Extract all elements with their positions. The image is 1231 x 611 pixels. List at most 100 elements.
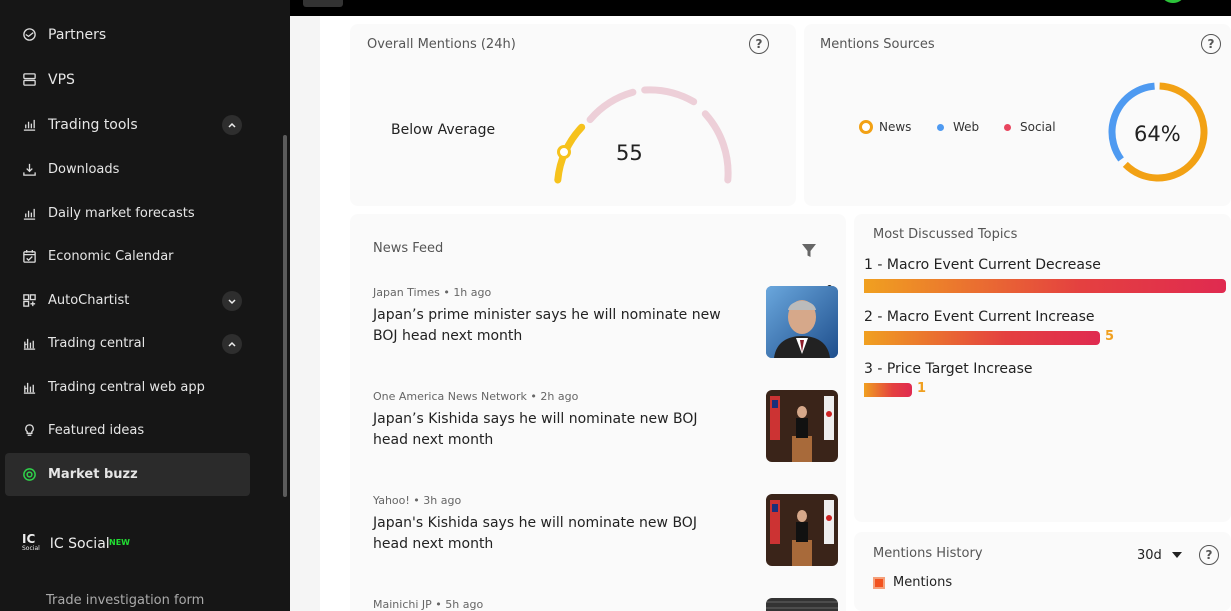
mentions-history-title: Mentions History	[873, 546, 983, 561]
help-icon[interactable]: ?	[1201, 34, 1221, 54]
topic-item[interactable]: 2 - Macro Event Current Increase 5	[864, 309, 1114, 345]
sidebar-item-label: IC Social	[49, 536, 110, 552]
gauge-marker	[557, 145, 571, 159]
help-icon[interactable]: ?	[1199, 545, 1219, 565]
topic-count: 5	[1105, 329, 1115, 344]
legend-label: Web	[953, 120, 980, 134]
topic-label: 1 - Macro Event Current Decrease	[864, 257, 1101, 273]
overall-mentions-card: Overall Mentions (24h) ? Below Average 5…	[350, 24, 796, 206]
sidebar-item-label: Trading central	[48, 336, 146, 351]
chart-icon	[21, 336, 37, 352]
sidebar-item-label: Trading tools	[48, 116, 138, 133]
calendar-icon	[21, 249, 37, 265]
main-content: Overall Mentions (24h) ? Below Average 5…	[290, 16, 1231, 611]
news-title[interactable]: Japan’s Kishida says he will nominate ne…	[373, 409, 725, 451]
sidebar: Partners VPS Trading tools Downloads Dai…	[0, 0, 290, 611]
sidebar-item-trading-tools[interactable]: Trading tools	[5, 103, 250, 146]
sidebar-item-trading-central[interactable]: Trading central	[5, 322, 250, 365]
news-feed-card: News Feed Japan Times • 1h ago Japan’s p…	[350, 214, 846, 611]
bar-chart-icon	[21, 206, 37, 222]
market-buzz-icon	[21, 467, 37, 483]
filter-icon[interactable]	[801, 243, 817, 259]
chevron-up-icon[interactable]	[222, 114, 242, 135]
news-thumbnail[interactable]	[766, 390, 838, 462]
news-meta: Japan Times • 1h ago	[373, 286, 492, 299]
grid-plus-icon	[21, 293, 37, 309]
sidebar-item-label: AutoChartist	[48, 293, 130, 308]
topic-count: 1	[917, 381, 927, 396]
topic-bar	[864, 331, 1100, 345]
mentions-gauge	[554, 86, 732, 184]
handshake-icon	[21, 27, 37, 43]
sidebar-item-partners[interactable]: Partners	[5, 13, 250, 56]
news-title[interactable]: Japan's Kishida says he will nominate ne…	[373, 513, 725, 555]
gauge-segment	[641, 86, 698, 106]
content-gutter	[290, 16, 320, 611]
radio-icon	[859, 120, 873, 134]
server-icon	[21, 72, 37, 88]
download-icon	[21, 162, 37, 178]
legend-social[interactable]: Social	[1004, 120, 1056, 134]
sidebar-item-daily-market-forecasts[interactable]: Daily market forecasts	[5, 192, 250, 235]
news-thumbnail[interactable]	[766, 494, 838, 566]
legend-swatch	[873, 576, 885, 589]
news-feed-title: News Feed	[373, 241, 444, 256]
ic-social-logo: IC Social	[22, 532, 40, 552]
legend-label: Social	[1020, 120, 1056, 134]
mentions-history-card: Mentions History 30d ? Mentions	[854, 532, 1231, 611]
sidebar-item-featured-ideas[interactable]: Featured ideas	[5, 409, 250, 452]
mentions-sources-title: Mentions Sources	[820, 37, 935, 52]
sidebar-item-vps[interactable]: VPS	[5, 58, 250, 101]
mentions-sources-card: Mentions Sources ? News Web Social 64%	[804, 24, 1231, 206]
chevron-down-icon[interactable]	[222, 290, 242, 311]
sidebar-scrollbar[interactable]	[283, 135, 287, 497]
legend-web[interactable]: Web	[937, 120, 979, 134]
legend-news[interactable]: News	[859, 120, 911, 134]
sidebar-item-label: VPS	[48, 71, 75, 88]
top-bar	[290, 0, 1231, 16]
top-bar-button[interactable]	[303, 0, 343, 7]
bar-chart-icon	[21, 117, 37, 133]
sidebar-item-trade-investigation-form[interactable]: Trade investigation form	[46, 593, 204, 608]
news-title[interactable]: Japan’s prime minister says he will nomi…	[373, 305, 725, 347]
topic-item[interactable]: 1 - Macro Event Current Decrease	[864, 257, 1226, 293]
news-thumbnail[interactable]	[766, 598, 838, 611]
status-indicator	[1162, 0, 1184, 3]
sidebar-item-autochartist[interactable]: AutoChartist	[5, 279, 250, 322]
sidebar-item-economic-calendar[interactable]: Economic Calendar	[5, 235, 250, 278]
news-thumbnail[interactable]	[766, 286, 838, 358]
donut-percent: 64%	[1134, 122, 1181, 146]
help-icon[interactable]: ?	[749, 34, 769, 54]
topic-item[interactable]: 3 - Price Target Increase 1	[864, 361, 1033, 397]
legend-label: News	[879, 120, 912, 134]
sidebar-item-downloads[interactable]: Downloads	[5, 148, 250, 191]
dot-icon	[1004, 123, 1011, 131]
topic-bar	[864, 279, 1226, 293]
sidebar-item-ic-social[interactable]: IC Social IC Social NEW	[22, 532, 130, 553]
topic-label: 3 - Price Target Increase	[864, 361, 1033, 377]
chevron-up-icon[interactable]	[222, 333, 242, 354]
news-meta: Yahoo! • 3h ago	[373, 494, 462, 507]
topic-label: 2 - Macro Event Current Increase	[864, 309, 1095, 325]
caret-down-icon	[1171, 552, 1182, 558]
gauge-segment	[586, 88, 637, 124]
news-item[interactable]: One America News Network • 2h ago Japan’…	[373, 390, 838, 462]
dot-icon	[937, 123, 944, 131]
sidebar-item-market-buzz[interactable]: Market buzz	[5, 453, 250, 496]
news-item[interactable]: Japan Times • 1h ago Japan’s prime minis…	[373, 286, 838, 358]
sidebar-item-trading-central-web-app[interactable]: Trading central web app	[5, 366, 250, 409]
most-discussed-card: Most Discussed Topics 1 - Macro Event Cu…	[854, 214, 1231, 522]
legend-label: Mentions	[893, 575, 953, 590]
range-value: 30d	[1137, 547, 1162, 563]
news-item[interactable]: Mainichi JP • 5h ago	[373, 598, 838, 611]
new-badge: NEW	[109, 538, 130, 547]
range-select[interactable]: 30d	[1137, 545, 1189, 565]
sidebar-item-label: Trading central web app	[48, 380, 205, 395]
sidebar-item-label: Downloads	[48, 162, 120, 177]
sidebar-item-label: Featured ideas	[48, 423, 145, 438]
lightbulb-icon	[21, 423, 37, 439]
history-legend[interactable]: Mentions	[873, 575, 952, 590]
gauge-segment	[701, 110, 732, 184]
news-item[interactable]: Yahoo! • 3h ago Japan's Kishida says he …	[373, 494, 838, 566]
overall-mentions-title: Overall Mentions (24h)	[367, 37, 516, 52]
